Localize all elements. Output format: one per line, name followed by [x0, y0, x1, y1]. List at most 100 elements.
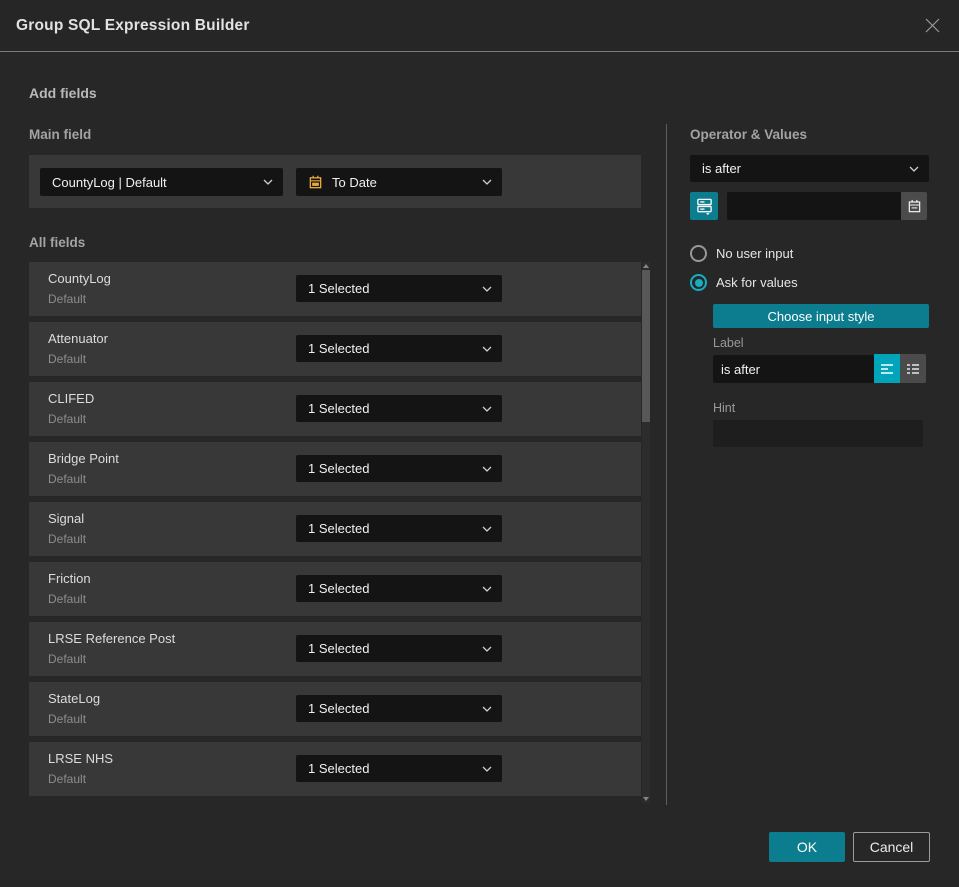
field-values-dropdown-value: 1 Selected — [308, 401, 370, 416]
field-name: Attenuator — [48, 331, 108, 346]
field-type: Default — [48, 472, 87, 486]
group-sql-expression-builder-dialog: { "titlebar": { "title": "Group SQL Expr… — [0, 0, 959, 887]
field-values-dropdown[interactable]: 1 Selected — [296, 635, 502, 662]
scrollbar-thumb[interactable] — [642, 270, 650, 422]
date-type-dropdown-value: To Date — [332, 174, 377, 190]
field-list-item: Bridge Point Default 1 Selected — [29, 442, 641, 496]
field-name: Friction — [48, 571, 91, 586]
calendar-icon — [309, 175, 322, 188]
field-values-dropdown[interactable]: 1 Selected — [296, 335, 502, 362]
field-list-item: Friction Default 1 Selected — [29, 562, 641, 616]
label-field-label: Label — [713, 336, 744, 350]
field-list-item: CountyLog Default 1 Selected — [29, 262, 641, 316]
chevron-down-icon — [482, 179, 492, 185]
radio-ask-for-values[interactable]: Ask for values — [690, 274, 798, 291]
label-input[interactable] — [713, 355, 874, 383]
field-name: LRSE Reference Post — [48, 631, 176, 646]
ok-button[interactable]: OK — [769, 832, 845, 862]
field-type: Default — [48, 652, 87, 666]
operator-dropdown[interactable]: is after — [690, 155, 929, 182]
chevron-down-icon — [482, 706, 492, 712]
field-values-dropdown-value: 1 Selected — [308, 581, 370, 596]
date-type-dropdown[interactable]: To Date — [296, 168, 502, 196]
all-fields-list: CountyLog Default 1 Selected Attenuator … — [29, 262, 641, 796]
field-type: Default — [48, 592, 87, 606]
field-values-dropdown[interactable]: 1 Selected — [296, 455, 502, 482]
hint-field-label: Hint — [713, 401, 736, 415]
choose-input-style-button[interactable]: Choose input style — [713, 304, 929, 328]
value-input-row — [690, 192, 929, 220]
field-list-item: LRSE Reference Post Default 1 Selected — [29, 622, 641, 676]
field-values-dropdown[interactable]: 1 Selected — [296, 575, 502, 602]
list-icon — [907, 363, 919, 374]
add-fields-heading: Add fields — [29, 85, 97, 101]
date-picker-button[interactable] — [901, 192, 927, 220]
chevron-down-icon — [482, 526, 492, 532]
field-values-dropdown-value: 1 Selected — [308, 341, 370, 356]
field-values-dropdown-value: 1 Selected — [308, 521, 370, 536]
field-name: CLIFED — [48, 391, 95, 406]
radio-icon — [690, 274, 707, 291]
field-list-item: StateLog Default 1 Selected — [29, 682, 641, 736]
field-values-dropdown-value: 1 Selected — [308, 281, 370, 296]
stacked-rows-icon — [696, 198, 712, 215]
chevron-down-icon — [482, 406, 492, 412]
main-field-panel: CountyLog | Default To Date — [29, 155, 641, 208]
main-field-label: Main field — [29, 127, 92, 142]
chevron-down-icon — [482, 346, 492, 352]
field-values-dropdown[interactable]: 1 Selected — [296, 695, 502, 722]
field-name: StateLog — [48, 691, 101, 706]
align-left-icon — [881, 363, 893, 374]
main-field-dropdown-value: CountyLog | Default — [52, 174, 167, 190]
field-values-dropdown-value: 1 Selected — [308, 761, 370, 776]
close-icon — [925, 18, 939, 33]
cancel-button[interactable]: Cancel — [853, 832, 930, 862]
field-type: Default — [48, 532, 87, 546]
operator-values-heading: Operator & Values — [690, 127, 808, 142]
single-line-style-toggle[interactable] — [874, 354, 900, 383]
chevron-down-icon — [909, 166, 919, 172]
label-input-row — [713, 354, 926, 383]
radio-label: Ask for values — [716, 275, 798, 290]
field-list-item: LRSE NHS Default 1 Selected — [29, 742, 641, 796]
field-name: LRSE NHS — [48, 751, 114, 766]
radio-label: No user input — [716, 246, 794, 261]
field-type: Default — [48, 292, 87, 306]
field-list-item: Attenuator Default 1 Selected — [29, 322, 641, 376]
chevron-down-icon — [482, 466, 492, 472]
scroll-up-icon[interactable] — [643, 264, 649, 268]
field-values-dropdown[interactable]: 1 Selected — [296, 275, 502, 302]
dialog-title: Group SQL Expression Builder — [16, 16, 250, 34]
operator-dropdown-value: is after — [702, 161, 742, 176]
main-field-dropdown[interactable]: CountyLog | Default — [40, 168, 283, 196]
field-values-dropdown[interactable]: 1 Selected — [296, 755, 502, 782]
chevron-down-icon — [482, 586, 492, 592]
list-style-toggle[interactable] — [900, 354, 926, 383]
field-type: Default — [48, 412, 87, 426]
field-list-scrollbar[interactable] — [642, 262, 650, 803]
chevron-down-icon — [263, 179, 273, 185]
field-list-item: Signal Default 1 Selected — [29, 502, 641, 556]
value-type-button[interactable] — [690, 192, 718, 220]
field-type: Default — [48, 712, 87, 726]
radio-no-user-input[interactable]: No user input — [690, 245, 793, 262]
radio-icon — [690, 245, 707, 262]
field-values-dropdown-value: 1 Selected — [308, 461, 370, 476]
field-values-dropdown-value: 1 Selected — [308, 641, 370, 656]
field-name: Signal — [48, 511, 85, 526]
chevron-down-icon — [482, 646, 492, 652]
field-values-dropdown-value: 1 Selected — [308, 701, 370, 716]
close-button[interactable] — [921, 15, 943, 37]
field-values-dropdown[interactable]: 1 Selected — [296, 395, 502, 422]
field-name: CountyLog — [48, 271, 111, 286]
titlebar: Group SQL Expression Builder — [0, 0, 959, 52]
calendar-icon — [908, 199, 920, 212]
chevron-down-icon — [482, 766, 492, 772]
field-values-dropdown[interactable]: 1 Selected — [296, 515, 502, 542]
scroll-down-icon[interactable] — [643, 797, 649, 801]
chevron-down-icon — [482, 286, 492, 292]
panel-divider — [666, 124, 667, 805]
hint-input[interactable] — [713, 420, 923, 447]
all-fields-label: All fields — [29, 235, 86, 250]
value-input[interactable] — [727, 192, 901, 220]
